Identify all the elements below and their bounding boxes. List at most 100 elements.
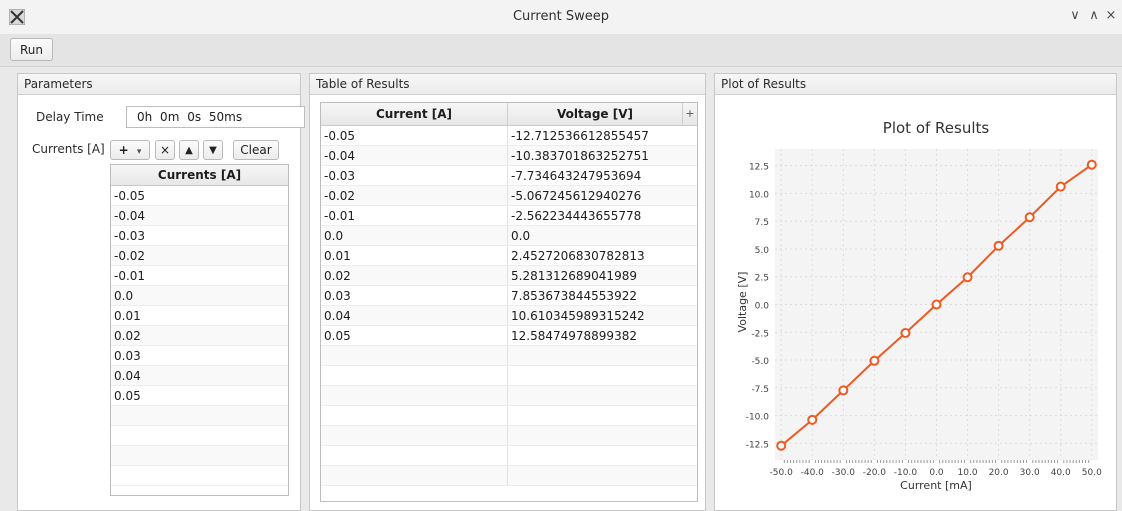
table-row[interactable] (321, 446, 697, 466)
current-cell: -0.02 (321, 186, 508, 205)
table-row[interactable]: 0.05 12.58474978899382 (321, 326, 697, 346)
table-row[interactable]: -0.03 -7.734643247953694 (321, 166, 697, 186)
currents-list-item[interactable]: -0.02 (111, 246, 288, 266)
currents-list-item[interactable]: 0.02 (111, 326, 288, 346)
parameters-panel: Parameters Delay Time 0h 0m 0s 50ms Curr… (17, 73, 305, 511)
current-cell: -0.03 (321, 166, 508, 185)
currents-list-item[interactable]: 0.04 (111, 366, 288, 386)
plus-icon: + (118, 143, 129, 157)
currents-column-header[interactable]: Currents [A] (111, 165, 288, 186)
voltage-cell: 12.58474978899382 (511, 329, 637, 343)
voltage-cell (508, 346, 697, 365)
currents-list-item[interactable]: -0.04 (111, 206, 288, 226)
current-cell (321, 466, 508, 485)
run-button[interactable]: Run (10, 38, 53, 61)
x-tick-label: 50.0 (1082, 468, 1102, 478)
voltage-cell: 2.4527206830782813 (511, 249, 645, 263)
current-cell: -0.01 (321, 206, 508, 225)
table-row[interactable]: -0.04 -10.383701863252751 (321, 146, 697, 166)
x-tick-label: 20.0 (989, 468, 1009, 478)
currents-list-item[interactable]: -0.01 (111, 266, 288, 286)
x-tick-label: 0.0 (929, 468, 944, 478)
x-tick-label: -50.0 (770, 468, 794, 478)
y-tick-label: -12.5 (746, 440, 769, 450)
window-title: Current Sweep (512, 9, 610, 24)
add-current-button[interactable]: + ▾ (110, 140, 150, 160)
table-row[interactable] (321, 366, 697, 386)
window-titlebar: Current Sweep ∨ ∧ × (0, 0, 1122, 35)
table-row[interactable] (321, 466, 697, 486)
currents-list-item[interactable] (111, 446, 288, 466)
x-tick-label: -10.0 (894, 468, 918, 478)
y-tick-label: 12.5 (749, 163, 769, 173)
table-row[interactable] (321, 386, 697, 406)
table-row[interactable]: 0.01 2.4527206830782813 (321, 246, 697, 266)
currents-table[interactable]: Currents [A] -0.05 -0.04 -0.03 -0.02 -0.01 0.… (110, 164, 289, 496)
data-point (962, 272, 973, 283)
table-row[interactable]: 0.0 0.0 (321, 226, 697, 246)
table-row[interactable]: -0.02 -5.067245612940276 (321, 186, 697, 206)
currents-list-item[interactable] (111, 406, 288, 426)
table-row[interactable]: -0.05 -12.712536612855457 (321, 126, 697, 146)
voltage-cell: 10.610345989315242 (511, 309, 645, 323)
data-point (807, 414, 818, 425)
voltage-cell: -12.712536612855457 (511, 129, 649, 143)
voltage-cell: 7.853673844553922 (511, 289, 637, 303)
data-point (776, 440, 787, 451)
currents-list-item[interactable] (111, 466, 288, 486)
voltage-cell: 0.0 (511, 229, 531, 243)
voltage-cell (508, 406, 697, 425)
currents-list-item[interactable]: 0.03 (111, 346, 288, 366)
currents-list-item[interactable]: 0.0 (111, 286, 288, 306)
x-tick-label: 40.0 (1051, 468, 1071, 478)
x-axis-label: Current [mA] (900, 479, 972, 492)
results-table-header: Current [A] Voltage [V] + (321, 103, 697, 126)
y-tick-label: -5.0 (751, 357, 769, 367)
close-icon[interactable]: × (1103, 8, 1119, 23)
minimize-icon[interactable]: ∨ (1067, 8, 1083, 23)
voltage-cell: 5.281312689041989 (511, 269, 637, 283)
table-row[interactable] (321, 426, 697, 446)
current-cell: 0.04 (321, 306, 508, 325)
data-point (1055, 181, 1066, 192)
table-row[interactable]: 0.03 7.853673844553922 (321, 286, 697, 306)
x-axis-ticks: -50.0 -40.0 -30.0 -20.0 -10.0 0.0 10.0 20.0 30.0… (770, 468, 1103, 478)
voltage-cell: -10.383701863252751 (511, 149, 649, 163)
y-tick-label: 10.0 (749, 190, 769, 200)
table-row[interactable] (321, 406, 697, 426)
y-axis-ticks: 12.5 10.0 7.5 5.0 2.5 0.0 -2.5 -5.0 -7.5 -10.0 -12… (746, 163, 770, 451)
currents-list-item[interactable]: -0.05 (111, 186, 288, 206)
delay-time-label: Delay Time (36, 110, 104, 124)
voltage-cell (508, 466, 697, 485)
plot-panel: Plot of Results Plot of Results 12.5 10.0… (714, 73, 1117, 511)
currents-list-item[interactable]: 0.01 (111, 306, 288, 326)
voltage-cell (508, 386, 697, 405)
currents-list-item[interactable] (111, 426, 288, 446)
voltage-cell (508, 366, 697, 385)
data-point (1086, 159, 1097, 170)
y-tick-label: 0.0 (755, 302, 770, 312)
x-tick-label: -40.0 (801, 468, 825, 478)
data-point (838, 385, 849, 396)
table-row[interactable] (321, 346, 697, 366)
current-cell: -0.04 (321, 146, 508, 165)
maximize-icon[interactable]: ∧ (1086, 8, 1102, 23)
voltage-cell: -5.067245612940276 (511, 189, 642, 203)
table-row[interactable]: 0.04 10.610345989315242 (321, 306, 697, 326)
currents-label: Currents [A] (32, 142, 105, 156)
delay-time-field[interactable]: 0h 0m 0s 50ms (126, 106, 305, 128)
results-table[interactable]: Current [A] Voltage [V] + -0.05 -12.71253… (320, 102, 698, 502)
current-cell: 0.0 (321, 226, 508, 245)
currents-list-item[interactable]: -0.03 (111, 226, 288, 246)
clear-button[interactable]: Clear (233, 140, 279, 160)
currents-list-item[interactable]: 0.05 (111, 386, 288, 406)
table-row[interactable]: -0.01 -2.562234443655778 (321, 206, 697, 226)
move-up-button[interactable]: ▲ (179, 140, 199, 160)
move-down-button[interactable]: ▼ (203, 140, 223, 160)
current-column-header[interactable]: Current [A] (321, 103, 508, 125)
voltage-column-header[interactable]: Voltage [V] (508, 103, 683, 125)
table-row[interactable]: 0.02 5.281312689041989 (321, 266, 697, 286)
add-column-icon[interactable]: + (683, 103, 697, 125)
remove-current-button[interactable]: × (155, 140, 175, 160)
data-point (993, 240, 1004, 251)
